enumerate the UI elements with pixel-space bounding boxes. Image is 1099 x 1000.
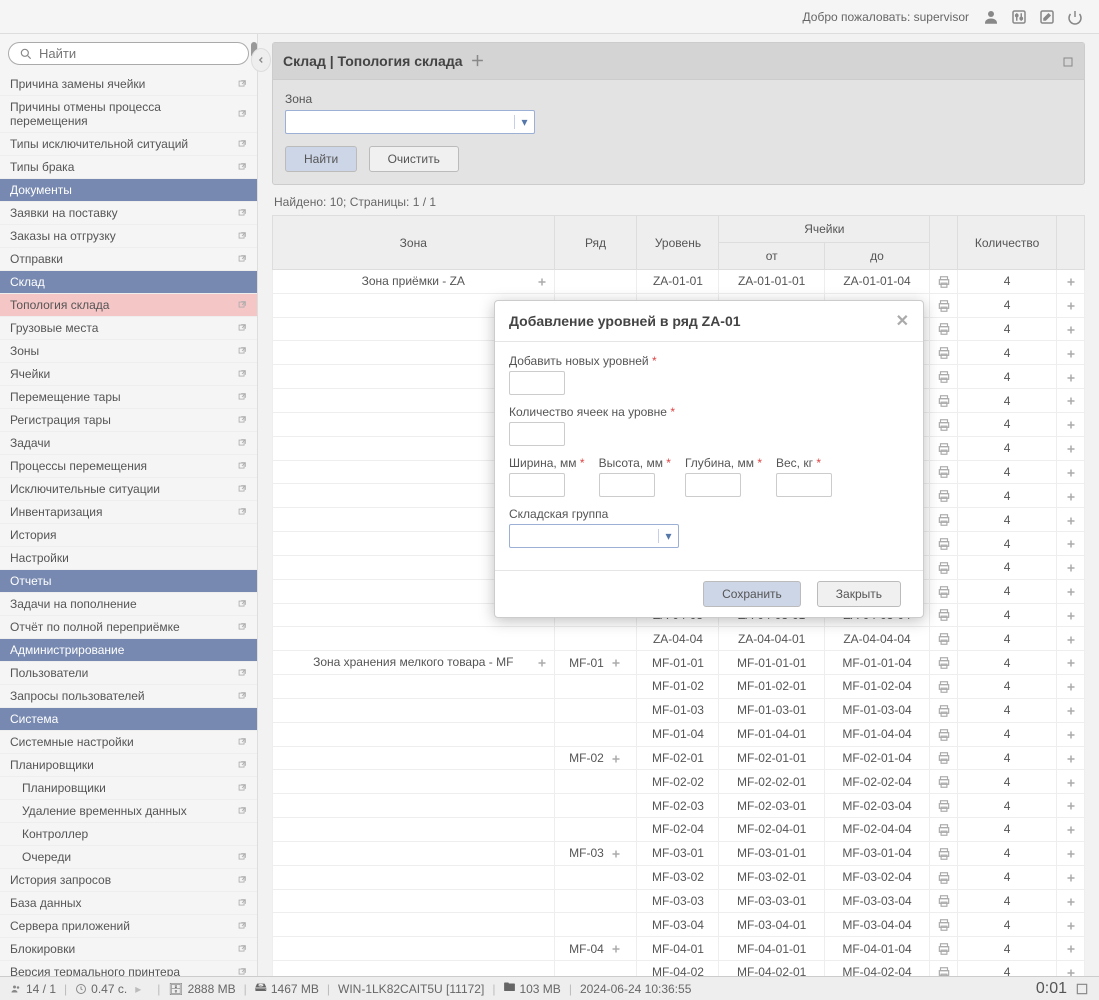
weight-label: Вес, кг * <box>776 456 832 470</box>
group-combo[interactable]: ▾ <box>509 524 679 548</box>
width-label: Ширина, мм * <box>509 456 585 470</box>
add-levels-input[interactable] <box>509 371 565 395</box>
height-input[interactable] <box>599 473 655 497</box>
chevron-down-icon[interactable]: ▾ <box>658 529 678 543</box>
width-input[interactable] <box>509 473 565 497</box>
add-levels-label: Добавить новых уровней * <box>509 354 909 368</box>
group-label: Складская группа <box>509 507 909 521</box>
height-label: Высота, мм * <box>599 456 671 470</box>
cells-per-input[interactable] <box>509 422 565 446</box>
save-button[interactable]: Сохранить <box>703 581 801 607</box>
depth-label: Глубина, мм * <box>685 456 762 470</box>
depth-input[interactable] <box>685 473 741 497</box>
add-levels-modal: Добавление уровней в ряд ZA-01 ✕ Добавит… <box>494 300 924 618</box>
weight-input[interactable] <box>776 473 832 497</box>
close-icon[interactable]: ✕ <box>896 311 909 331</box>
modal-overlay: Добавление уровней в ряд ZA-01 ✕ Добавит… <box>0 0 1099 1000</box>
cells-per-label: Количество ячеек на уровне * <box>509 405 909 419</box>
close-button[interactable]: Закрыть <box>817 581 901 607</box>
modal-title: Добавление уровней в ряд ZA-01 <box>509 313 741 329</box>
